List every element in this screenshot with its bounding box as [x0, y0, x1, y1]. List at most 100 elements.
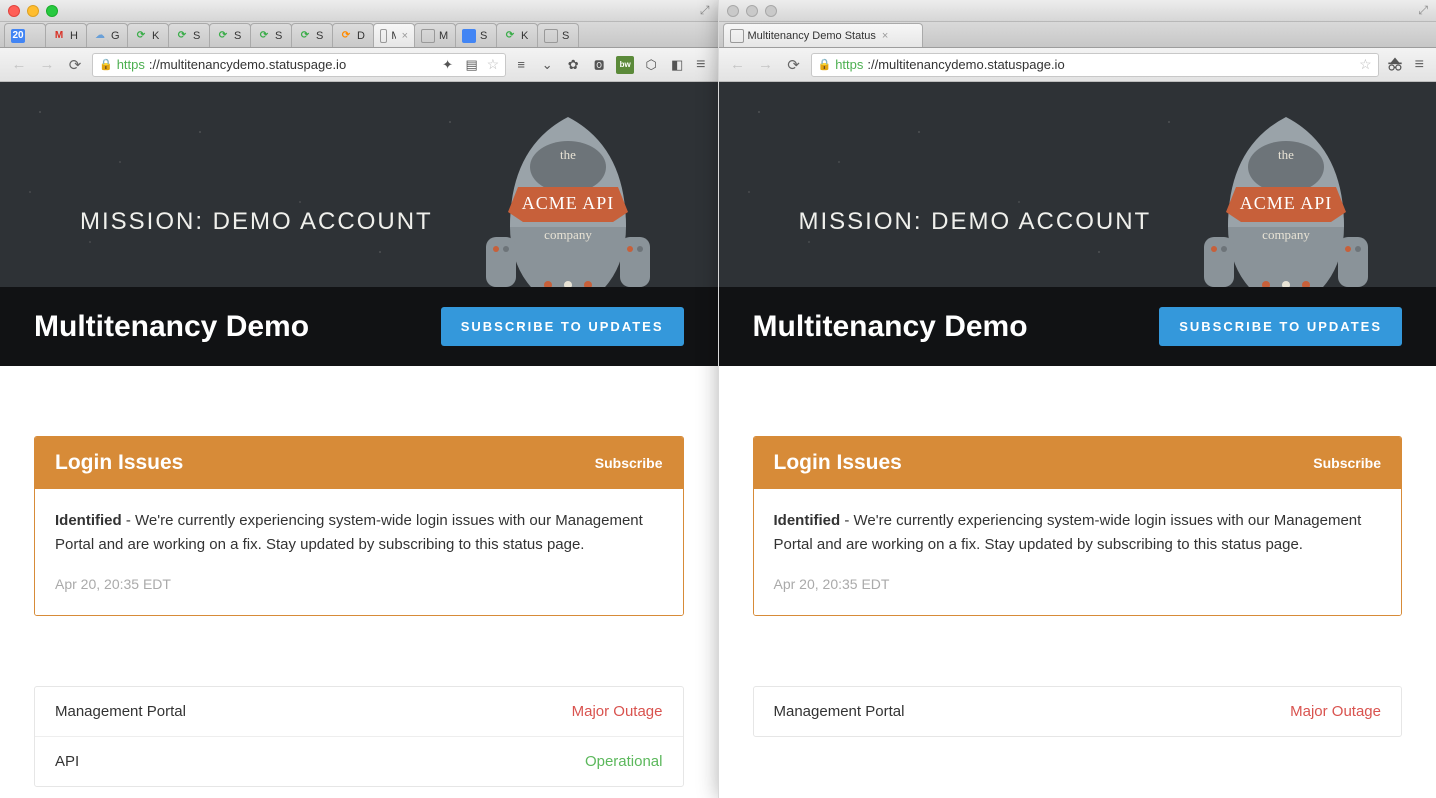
bookmark-star-icon[interactable]: ☆	[487, 56, 500, 73]
back-button[interactable]: ←	[727, 54, 749, 76]
browser-tab[interactable]: ⟳D	[332, 23, 374, 47]
minimize-window-button[interactable]	[746, 5, 758, 17]
browser-tab[interactable]: ⟳S	[291, 23, 333, 47]
extension-icon[interactable]: ⌄	[538, 56, 556, 74]
browser-tab[interactable]: ⟳S	[209, 23, 251, 47]
incident-timestamp: Apr 20, 20:35 EDT	[774, 573, 1382, 595]
gmail-favicon: M	[52, 29, 66, 43]
hero-banner: MISSION: DEMO ACCOUNT the ACME API compa…	[719, 82, 1436, 287]
browser-toolbar: ← → ⟳ 🔒 https://multitenancydemo.statusp…	[719, 48, 1436, 82]
docs-favicon	[462, 29, 476, 43]
browser-tab[interactable]: M×	[373, 23, 415, 47]
incident-body: Identified - We're currently experiencin…	[754, 489, 1402, 615]
tab-strip: Multitenancy Demo Status ×	[719, 22, 1436, 48]
address-bar[interactable]: 🔒 https://multitenancydemo.statuspage.io…	[811, 53, 1379, 77]
tab-label: K	[521, 30, 528, 42]
page-favicon	[730, 29, 744, 43]
hero-tagline: MISSION: DEMO ACCOUNT	[80, 208, 433, 236]
incident-subscribe-link[interactable]: Subscribe	[1313, 455, 1381, 471]
svg-text:company: company	[1262, 227, 1310, 242]
url-host: ://multitenancydemo.statuspage.io	[867, 57, 1064, 72]
extension-icon[interactable]: ▤	[463, 56, 481, 74]
page-viewport: MISSION: DEMO ACCOUNT the ACME API compa…	[0, 82, 718, 798]
page-viewport: MISSION: DEMO ACCOUNT the ACME API compa…	[719, 82, 1436, 798]
minimize-window-button[interactable]	[27, 5, 39, 17]
browser-tab[interactable]: ⟳K	[496, 23, 538, 47]
svg-text:the: the	[560, 147, 576, 162]
app-favicon: ⟳	[339, 29, 353, 43]
url-scheme: https	[117, 57, 145, 72]
page-title: Multitenancy Demo	[34, 310, 309, 344]
back-button[interactable]: ←	[8, 54, 30, 76]
page-title: Multitenancy Demo	[753, 310, 1028, 344]
close-tab-icon[interactable]: ×	[402, 30, 408, 42]
extension-icon[interactable]: bw	[616, 56, 634, 74]
tab-label: S	[562, 30, 569, 42]
component-name: Management Portal	[55, 703, 186, 720]
extension-icon[interactable]: ◧	[668, 56, 686, 74]
subscribe-updates-button[interactable]: SUBSCRIBE TO UPDATES	[441, 307, 684, 346]
incident-subscribe-link[interactable]: Subscribe	[595, 455, 663, 471]
titlebar[interactable]: ⤢	[0, 0, 718, 22]
incident-status-label: Identified	[774, 512, 841, 529]
incident-card: Login Issues Subscribe Identified - We'r…	[753, 436, 1403, 616]
extension-icon[interactable]: ⬡	[642, 56, 660, 74]
close-tab-icon[interactable]: ×	[882, 30, 888, 42]
hero-banner: MISSION: DEMO ACCOUNT the ACME API compa…	[0, 82, 718, 287]
browser-tab[interactable]: S	[455, 23, 497, 47]
browser-tab[interactable]: ⟳S	[168, 23, 210, 47]
maximize-window-button[interactable]	[765, 5, 777, 17]
browser-tab[interactable]: ☁G	[86, 23, 128, 47]
incident-message: - We're currently experiencing system-wi…	[55, 512, 643, 553]
browser-tab[interactable]: M	[414, 23, 456, 47]
titlebar[interactable]: ⤢	[719, 0, 1436, 22]
close-window-button[interactable]	[8, 5, 20, 17]
forward-button[interactable]: →	[36, 54, 58, 76]
component-status: Major Outage	[572, 703, 663, 720]
fullscreen-icon[interactable]: ⤢	[1418, 3, 1428, 18]
chrome-menu-button[interactable]: ≡	[692, 56, 709, 74]
extension-icon[interactable]: 🅾	[590, 56, 608, 74]
browser-tab[interactable]: MH	[45, 23, 87, 47]
extension-icon[interactable]: ≡	[512, 56, 530, 74]
incident-header: Login Issues Subscribe	[754, 437, 1402, 489]
chrome-menu-button[interactable]: ≡	[1411, 56, 1428, 74]
tab-label: M	[391, 30, 395, 42]
address-bar[interactable]: 🔒 https://multitenancydemo.statuspage.io…	[92, 53, 506, 77]
fullscreen-icon[interactable]: ⤢	[700, 3, 710, 18]
maximize-window-button[interactable]	[46, 5, 58, 17]
browser-window-left: ⤢ 20MH☁G⟳K⟳S⟳S⟳S⟳S⟳DM×MS⟳KS ← → ⟳ 🔒 http…	[0, 0, 718, 798]
browser-tab[interactable]: ⟳S	[250, 23, 292, 47]
svg-text:the: the	[1278, 147, 1294, 162]
extension-icon[interactable]: ✦	[439, 56, 457, 74]
browser-tab[interactable]: ⟳K	[127, 23, 169, 47]
browser-tab[interactable]: 20	[4, 23, 46, 47]
component-row: Management Portal Major Outage	[35, 687, 683, 737]
tab-label: M	[439, 30, 448, 42]
component-status: Major Outage	[1290, 703, 1381, 720]
svg-text:company: company	[544, 227, 592, 242]
extension-icon[interactable]: ✿	[564, 56, 582, 74]
browser-tab[interactable]: S	[537, 23, 579, 47]
tab-label: G	[111, 30, 120, 42]
reload-button[interactable]: ⟳	[783, 54, 805, 76]
component-row: Management PortalMajor Outage	[754, 687, 1402, 736]
incident-card: Login Issues Subscribe Identified - We'r…	[34, 436, 684, 616]
close-window-button[interactable]	[727, 5, 739, 17]
page-header: Multitenancy Demo SUBSCRIBE TO UPDATES	[719, 287, 1436, 366]
tab-strip: 20MH☁G⟳K⟳S⟳S⟳S⟳S⟳DM×MS⟳KS	[0, 22, 718, 48]
incident-status-label: Identified	[55, 512, 122, 529]
reload-button[interactable]: ⟳	[64, 54, 86, 76]
bookmark-star-icon[interactable]: ☆	[1359, 56, 1372, 73]
tab-label: S	[275, 30, 282, 42]
component-status: Operational	[585, 753, 663, 770]
subscribe-updates-button[interactable]: SUBSCRIBE TO UPDATES	[1159, 307, 1402, 346]
tab-label: S	[316, 30, 323, 42]
rocket-logo: the ACME API company	[458, 97, 678, 287]
forward-button[interactable]: →	[755, 54, 777, 76]
lock-icon: 🔒	[818, 58, 832, 71]
app-favicon: ⟳	[503, 29, 517, 43]
tab-label: H	[70, 30, 78, 42]
svg-text:ACME API: ACME API	[521, 193, 614, 213]
browser-tab[interactable]: Multitenancy Demo Status ×	[723, 23, 923, 47]
